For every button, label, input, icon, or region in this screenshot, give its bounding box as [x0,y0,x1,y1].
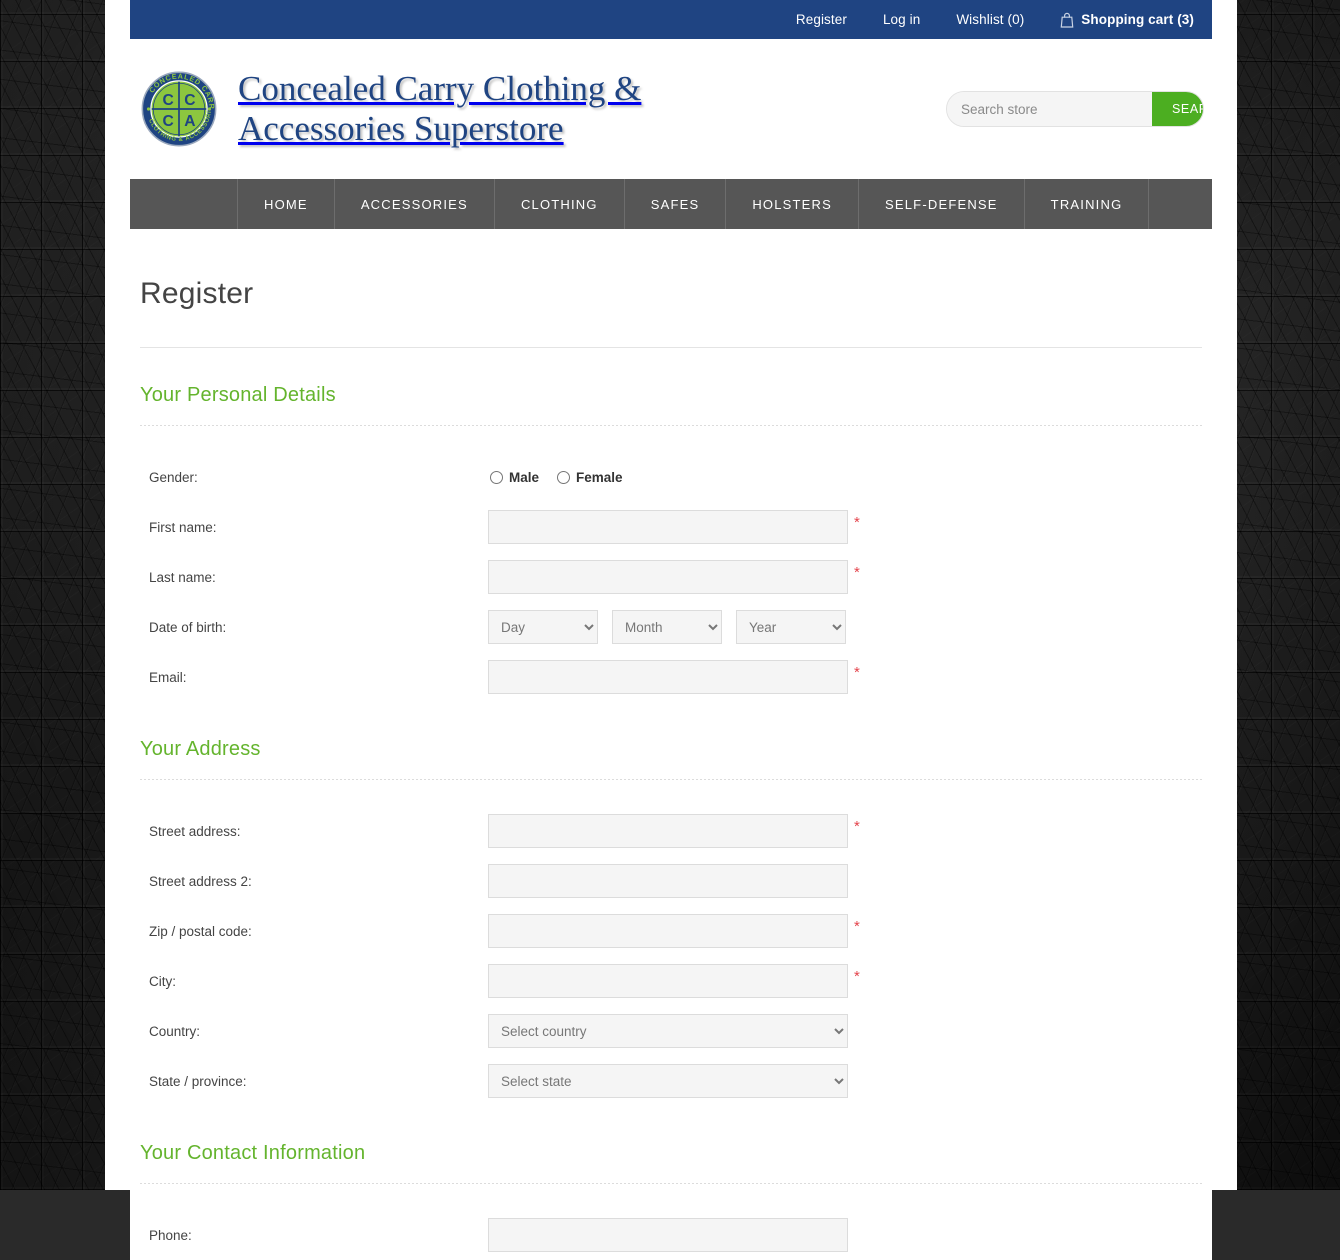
nav-item-self-defense[interactable]: SELF-DEFENSE [858,179,1024,229]
page-title: Register [140,277,254,310]
shopping-bag-icon [1060,12,1074,28]
address-fields: Street address: * Street address 2: Zip … [140,780,1202,1106]
label-phone: Phone: [149,1227,192,1243]
gender-male-radio[interactable] [490,470,503,484]
required-marker-zip: * [854,917,860,935]
search-button[interactable]: SEARCH [1152,92,1203,126]
section-contact-information: Your Contact Information Phone: [140,1106,1202,1260]
main-navigation: HOME ACCESSORIES CLOTHING SAFES HOLSTERS… [130,179,1212,229]
last-name-input[interactable] [488,560,848,594]
section-heading-contact: Your Contact Information [140,1142,366,1164]
section-heading-address: Your Address [140,738,261,760]
required-marker-email: * [854,663,860,681]
personal-fields: Gender: Male Female First name: * Last n… [140,426,1202,702]
dob-month-select[interactable]: Month [612,610,722,644]
label-email: Email: [149,669,187,685]
search-box: SEARCH [946,91,1204,127]
field-row-street-address: Street address: * [140,806,1202,856]
nav-item-safes[interactable]: SAFES [623,179,726,229]
state-select[interactable]: Select state [488,1064,848,1098]
street-address-input[interactable] [488,814,848,848]
phone-input[interactable] [488,1218,848,1252]
dob-year-select[interactable]: Year [736,610,846,644]
top-utility-bar: Register Log in Wishlist (0) Shopping ca… [130,0,1212,39]
label-city: City: [149,973,176,989]
label-street-address-2: Street address 2: [149,873,252,889]
field-row-zip: Zip / postal code: * [140,906,1202,956]
svg-text:C: C [162,92,173,109]
gender-option-male[interactable]: Male [490,470,539,485]
zip-input[interactable] [488,914,848,948]
top-link-wishlist[interactable]: Wishlist (0) [956,12,1024,27]
street-address-2-input[interactable] [488,864,848,898]
field-row-state: State / province: Select state [140,1056,1202,1106]
nav-item-clothing[interactable]: CLOTHING [493,179,624,229]
required-marker-first-name: * [854,513,860,531]
gender-radio-group: Male Female [488,470,623,485]
dob-day-select[interactable]: Day [488,610,598,644]
label-date-of-birth: Date of birth: [149,619,227,635]
ccca-circular-logo-icon: CONCEALED CARRY CLOTHING & ACCESSORIES C… [140,70,217,147]
content-column: Register Log in Wishlist (0) Shopping ca… [130,0,1212,1260]
section-heading-personal: Your Personal Details [140,384,336,406]
gender-option-female[interactable]: Female [557,470,623,485]
label-last-name: Last name: [149,569,216,585]
first-name-input[interactable] [488,510,848,544]
field-row-last-name: Last name: * [140,552,1202,602]
label-street-address: Street address: [149,823,241,839]
section-address: Your Address Street address: * Street ad… [140,702,1202,1106]
search-input[interactable] [947,92,1152,126]
store-logo-link[interactable]: CONCEALED CARRY CLOTHING & ACCESSORIES C… [140,69,798,149]
svg-text:A: A [184,113,195,130]
field-row-country: Country: Select country [140,1006,1202,1056]
svg-text:C: C [184,92,195,109]
label-zip: Zip / postal code: [149,923,252,939]
required-marker-city: * [854,967,860,985]
gender-female-label[interactable]: Female [576,470,623,485]
svg-text:C: C [162,113,173,130]
nav-item-accessories[interactable]: ACCESSORIES [333,179,494,229]
gender-male-label[interactable]: Male [509,470,539,485]
top-link-register[interactable]: Register [796,12,847,27]
nav-item-training[interactable]: TRAINING [1023,179,1150,229]
label-first-name: First name: [149,519,217,535]
shopping-cart-label: Shopping cart (3) [1081,12,1194,27]
field-row-street-address-2: Street address 2: [140,856,1202,906]
city-input[interactable] [488,964,848,998]
top-link-login[interactable]: Log in [883,12,920,27]
label-gender: Gender: [149,469,198,485]
field-row-city: City: * [140,956,1202,1006]
label-country: Country: [149,1023,201,1039]
page-wrapper: Register Log in Wishlist (0) Shopping ca… [105,0,1237,1260]
label-state: State / province: [149,1073,247,1089]
contact-fields: Phone: [140,1184,1202,1260]
email-input[interactable] [488,660,848,694]
country-select[interactable]: Select country [488,1014,848,1048]
required-marker-street-address: * [854,817,860,835]
nav-item-home[interactable]: HOME [237,179,334,229]
field-row-email: Email: * [140,652,1202,702]
field-row-gender: Gender: Male Female [140,452,1202,502]
field-row-phone: Phone: [140,1210,1202,1260]
store-name: Concealed Carry Clothing & Accessories S… [238,69,642,148]
gender-female-radio[interactable] [557,470,571,484]
page-body: Register Your Personal Details Gender: M… [130,277,1212,1260]
field-row-first-name: First name: * [140,502,1202,552]
field-row-date-of-birth: Date of birth: Day Month Year [140,602,1202,652]
nav-item-holsters[interactable]: HOLSTERS [725,179,858,229]
section-personal-details: Your Personal Details Gender: Male Femal… [140,348,1202,702]
shopping-cart-link[interactable]: Shopping cart (3) [1060,12,1194,28]
search-block: SEARCH [946,91,1204,127]
required-marker-last-name: * [854,563,860,581]
brand-row: CONCEALED CARRY CLOTHING & ACCESSORIES C… [130,39,1212,179]
